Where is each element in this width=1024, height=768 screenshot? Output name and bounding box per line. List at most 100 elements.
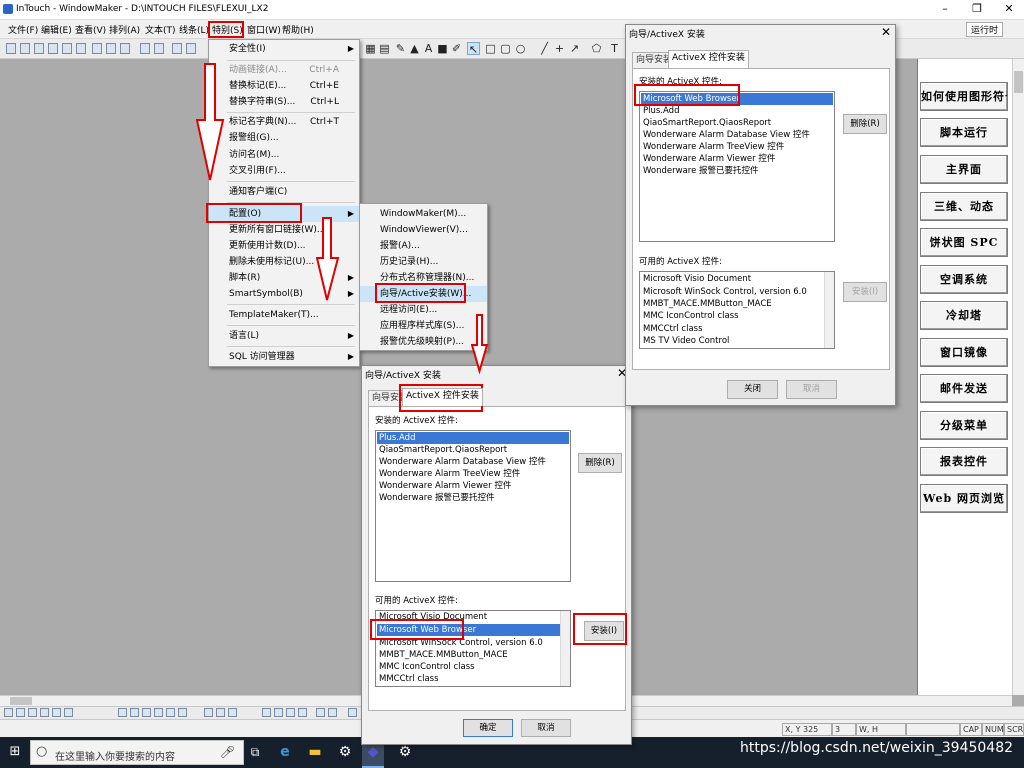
installed-controls-list[interactable]: Plus.Add QiaoSmartReport.QiaosReport Won…: [375, 430, 571, 582]
wizard-icon[interactable]: [186, 43, 196, 54]
grid-icon[interactable]: ▦: [364, 42, 377, 55]
list-item[interactable]: MMC IconControl class: [641, 310, 833, 322]
nav-menu-button[interactable]: 分级菜单: [920, 411, 1008, 440]
bring-front-icon[interactable]: [166, 708, 175, 717]
menu-item-language[interactable]: 语言(L) ▶: [209, 328, 359, 344]
rectangle-tool-icon[interactable]: □: [484, 42, 497, 55]
taskbar-search[interactable]: ○ 在这里输入你要搜索的内容 🎤︎: [30, 740, 244, 765]
nav-mail-button[interactable]: 邮件发送: [920, 374, 1008, 403]
nav-cooling-tower-button[interactable]: 冷却塔: [920, 301, 1008, 330]
microphone-icon[interactable]: 🎤︎: [220, 745, 235, 759]
nav-pie-spc-button[interactable]: 饼状图 SPC: [920, 228, 1008, 257]
list-item[interactable]: Wonderware Alarm Database View 控件: [377, 456, 569, 468]
list-item[interactable]: Wonderware 报警已要托控件: [641, 165, 833, 177]
window-color-icon[interactable]: ■: [436, 42, 449, 55]
close-window-button[interactable]: ✕: [994, 0, 1024, 20]
menu-text[interactable]: 文本(T): [145, 23, 176, 36]
list-item[interactable]: QiaoSmartReport.QiaosReport: [377, 444, 569, 456]
menu-item-sql-access[interactable]: SQL 访问管理器 ▶: [209, 349, 359, 365]
remove-button[interactable]: 删除(R): [843, 114, 887, 134]
paste-icon[interactable]: [120, 43, 130, 54]
menu-arrange[interactable]: 排列(A): [109, 23, 140, 36]
list-item[interactable]: MS TV Video Control: [641, 335, 833, 347]
installed-controls-list[interactable]: Microsoft Web Browser Plus.Add QiaoSmart…: [639, 91, 835, 242]
remove-button[interactable]: 删除(R): [578, 453, 622, 473]
vertical-scrollbar[interactable]: [1012, 59, 1024, 695]
tab-activex-install[interactable]: ActiveX 控件安装: [402, 388, 483, 406]
undo-icon[interactable]: [140, 43, 150, 54]
select-tool-icon[interactable]: ↖: [467, 42, 480, 56]
list-scrollbar[interactable]: [824, 272, 834, 348]
save-all-icon[interactable]: [48, 43, 58, 54]
reshape-icon[interactable]: [262, 708, 271, 717]
make-cell-icon[interactable]: [142, 708, 151, 717]
align-top-icon[interactable]: [40, 708, 49, 717]
redo-icon[interactable]: [154, 43, 164, 54]
list-item[interactable]: MMCCtrl class: [641, 323, 833, 335]
windows-start-icon[interactable]: ⊞: [6, 743, 24, 761]
polygon-tool-icon[interactable]: ⬠: [590, 42, 603, 55]
text-tool-icon[interactable]: T: [608, 42, 621, 55]
menu-line[interactable]: 线条(L): [179, 23, 209, 36]
menu-item-security[interactable]: 安全性(I) ▶: [209, 41, 359, 57]
nav-window-mirror-button[interactable]: 窗口镜像: [920, 338, 1008, 367]
list-item[interactable]: MMC IconControl class: [377, 661, 569, 673]
run-runtime-button[interactable]: 运行时: [966, 22, 1004, 37]
list-item[interactable]: Wonderware 报警已要托控件: [377, 492, 569, 504]
nav-hvac-button[interactable]: 空调系统: [920, 265, 1008, 294]
grid-lines-icon[interactable]: ▤: [378, 42, 391, 55]
list-item[interactable]: Wonderware Alarm Viewer 控件: [377, 480, 569, 492]
menu-view[interactable]: 查看(V): [75, 23, 106, 36]
fill-color-icon[interactable]: ▲: [408, 42, 421, 55]
hv-line-tool-icon[interactable]: +: [553, 42, 566, 55]
save-window-icon[interactable]: [34, 43, 44, 54]
cancel-button[interactable]: 取消: [521, 719, 571, 737]
space-horizontal-icon[interactable]: [118, 708, 127, 717]
line-tool-icon[interactable]: ╱: [538, 42, 551, 55]
list-item[interactable]: MMBT_MACE.MMButton_MACE: [641, 298, 833, 310]
submenu-item-alarms[interactable]: 报警(A)...: [360, 238, 487, 254]
full-screen-icon[interactable]: [348, 708, 357, 717]
settings-gear-icon[interactable]: ⚙: [336, 743, 354, 761]
flip-vertical-icon[interactable]: [228, 708, 237, 717]
available-controls-list[interactable]: Microsoft Visio Document Microsoft WinSo…: [639, 271, 835, 349]
close-doc-icon[interactable]: [62, 43, 72, 54]
align-bottom-icon[interactable]: [64, 708, 73, 717]
nav-report-button[interactable]: 报表控件: [920, 447, 1008, 476]
nav-graphic-symbols-button[interactable]: 如何使用图形符号: [920, 82, 1008, 111]
ok-button[interactable]: 确定: [463, 719, 513, 737]
list-item[interactable]: Wonderware Alarm TreeView 控件: [377, 468, 569, 480]
menu-item-alarm-groups[interactable]: 报警组(G)...: [209, 130, 359, 146]
new-window-icon[interactable]: [6, 43, 16, 54]
break-cell-icon[interactable]: [154, 708, 163, 717]
cut-icon[interactable]: [92, 43, 102, 54]
rotate-icon[interactable]: [204, 708, 213, 717]
align-center-icon[interactable]: [16, 708, 25, 717]
submenu-item-remote-access[interactable]: 远程访问(E)...: [360, 302, 487, 318]
menu-item-replace-tags[interactable]: 替换标记(E)... Ctrl+E: [209, 78, 359, 94]
list-item[interactable]: MMBT_MACE.MMButton_MACE: [377, 649, 569, 661]
text-color-icon[interactable]: A: [422, 42, 435, 55]
menu-item-templatemaker[interactable]: TemplateMaker(T)...: [209, 307, 359, 323]
vertical-scroll-thumb[interactable]: [1014, 71, 1023, 93]
copy-icon[interactable]: [106, 43, 116, 54]
menu-item-notify-clients[interactable]: 通知客户端(C): [209, 184, 359, 200]
list-item[interactable]: QiaoSmartReport.QiaosReport: [641, 117, 833, 129]
nav-script-button[interactable]: 脚本运行: [920, 118, 1008, 147]
duplicate-icon[interactable]: [172, 43, 182, 54]
line-color-icon[interactable]: ✎: [394, 42, 407, 55]
space-vertical-icon[interactable]: [130, 708, 139, 717]
nav-3d-dynamic-button[interactable]: 三维、动态: [920, 192, 1008, 221]
list-item[interactable]: Microsoft WinSock Control, version 6.0: [641, 286, 833, 298]
align-middle-icon[interactable]: [52, 708, 61, 717]
list-item[interactable]: Wonderware Alarm Database View 控件: [641, 129, 833, 141]
list-item[interactable]: Plus.Add: [641, 105, 833, 117]
smooth-icon[interactable]: [286, 708, 295, 717]
polyline-tool-icon[interactable]: ↗: [568, 42, 581, 55]
task-view-icon[interactable]: ⧉: [246, 743, 264, 761]
ellipse-tool-icon[interactable]: ○: [514, 42, 527, 55]
unsmooth-icon[interactable]: [298, 708, 307, 717]
menu-item-access-names[interactable]: 访问名(M)...: [209, 147, 359, 163]
submenu-item-windowviewer[interactable]: WindowViewer(V)...: [360, 222, 487, 238]
list-item[interactable]: Wonderware Alarm TreeView 控件: [641, 141, 833, 153]
